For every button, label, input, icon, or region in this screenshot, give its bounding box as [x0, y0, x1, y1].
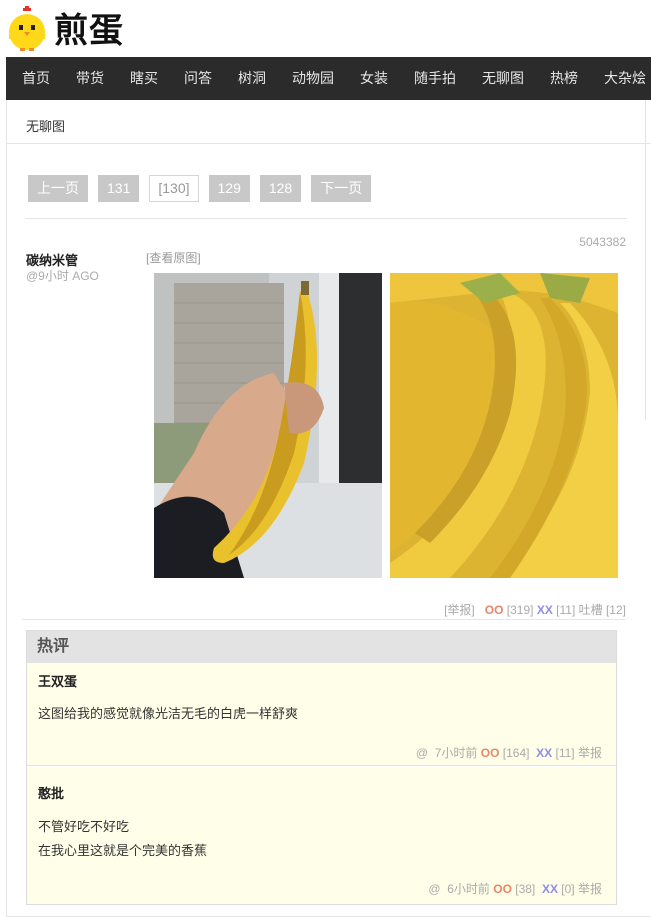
xx-count: [11]: [556, 603, 576, 617]
xx-count: [0]: [561, 882, 575, 896]
at-link[interactable]: @: [428, 882, 440, 896]
post-vote-bar: [举报] OO [319] XX [11] 吐槽 [12]: [444, 601, 626, 618]
nav-item-girls[interactable]: 女装: [352, 57, 396, 100]
post-time: @9小时 AGO: [26, 269, 99, 283]
oo-vote-button[interactable]: OO: [481, 746, 500, 760]
nav-item-treehole[interactable]: 树洞: [230, 57, 274, 100]
site-header: 煎蛋: [0, 0, 651, 57]
oo-vote-button[interactable]: OO: [493, 882, 512, 896]
banana-photo-1[interactable]: [154, 273, 382, 578]
tucao-link[interactable]: 吐槽 [12]: [579, 603, 626, 617]
nav-item-hot[interactable]: 热榜: [542, 57, 586, 100]
comment-text: 不管好吃不好吃: [38, 819, 130, 834]
view-original-link[interactable]: [查看原图]: [146, 249, 201, 266]
comment-text: 在我心里这就是个完美的香蕉: [38, 843, 208, 858]
divider: [6, 143, 651, 144]
comment-time: 7小时前: [434, 746, 478, 760]
nav-item-home[interactable]: 首页: [14, 57, 58, 100]
hot-comments: 热评 王双蛋 这图给我的感觉就像光洁无毛的白虎一样舒爽 @ 7小时前 OO [1…: [26, 630, 617, 905]
xx-vote-button[interactable]: XX: [536, 746, 552, 760]
xx-vote-button[interactable]: XX: [537, 603, 553, 617]
yellow-chick-icon[interactable]: [6, 6, 48, 52]
comment-meta: @ 6小时前 OO [38] XX [0] 举报: [428, 880, 602, 897]
page-button[interactable]: 128: [259, 175, 302, 202]
comment-item: 王双蛋 这图给我的感觉就像光洁无毛的白虎一样舒爽 @ 7小时前 OO [164]…: [27, 663, 616, 766]
prev-page-button[interactable]: 上一页: [28, 175, 88, 202]
banana-photo-2[interactable]: [390, 273, 618, 578]
divider: [25, 218, 627, 219]
breadcrumb[interactable]: 无聊图: [26, 116, 65, 135]
xx-count: [11]: [555, 746, 575, 760]
nav-item-qa[interactable]: 问答: [176, 57, 220, 100]
nav-item-misc[interactable]: 大杂烩: [596, 57, 651, 100]
oo-count: [164]: [502, 746, 530, 760]
report-link[interactable]: [举报]: [444, 603, 475, 617]
xx-vote-button[interactable]: XX: [542, 882, 558, 896]
oo-count: [38]: [515, 882, 536, 896]
divider: [22, 619, 626, 620]
oo-vote-button[interactable]: OO: [485, 603, 504, 617]
hot-comments-title: 热评: [27, 631, 616, 663]
next-page-button[interactable]: 下一页: [311, 175, 372, 202]
comment-time: 6小时前: [447, 882, 490, 896]
page-button[interactable]: 129: [208, 175, 250, 202]
nav-item-xiamai[interactable]: 瞎买: [122, 57, 166, 100]
comment-author: 憨批: [38, 786, 65, 801]
report-link[interactable]: 举报: [578, 882, 602, 896]
main-nav: 首页 带货 瞎买 问答 树洞 动物园 女装 随手拍 无聊图 热榜 大杂烩: [6, 57, 651, 100]
post-id[interactable]: 5043382: [579, 235, 626, 249]
comment-author: 王双蛋: [38, 674, 78, 689]
nav-item-daihuo[interactable]: 带货: [68, 57, 112, 100]
nav-item-pics[interactable]: 无聊图: [474, 57, 532, 100]
nav-item-zoo[interactable]: 动物园: [284, 57, 342, 100]
page-button[interactable]: 131: [98, 175, 140, 202]
pagination: 上一页 131 [130] 129 128 下一页: [28, 175, 381, 203]
comment-meta: @ 7小时前 OO [164] XX [11] 举报: [416, 744, 602, 761]
comment-text: 这图给我的感觉就像光洁无毛的白虎一样舒爽: [38, 706, 299, 721]
site-logo-text[interactable]: 煎蛋: [54, 14, 124, 48]
comment-item: 憨批 不管好吃不好吃 在我心里这就是个完美的香蕉 @ 6小时前 OO [38] …: [27, 767, 616, 904]
report-link[interactable]: 举报: [578, 746, 602, 760]
nav-item-snapshots[interactable]: 随手拍: [406, 57, 464, 100]
current-page: [130]: [149, 175, 199, 202]
divider: [645, 100, 646, 420]
oo-count: [319]: [506, 603, 534, 617]
at-link[interactable]: @: [416, 746, 428, 760]
